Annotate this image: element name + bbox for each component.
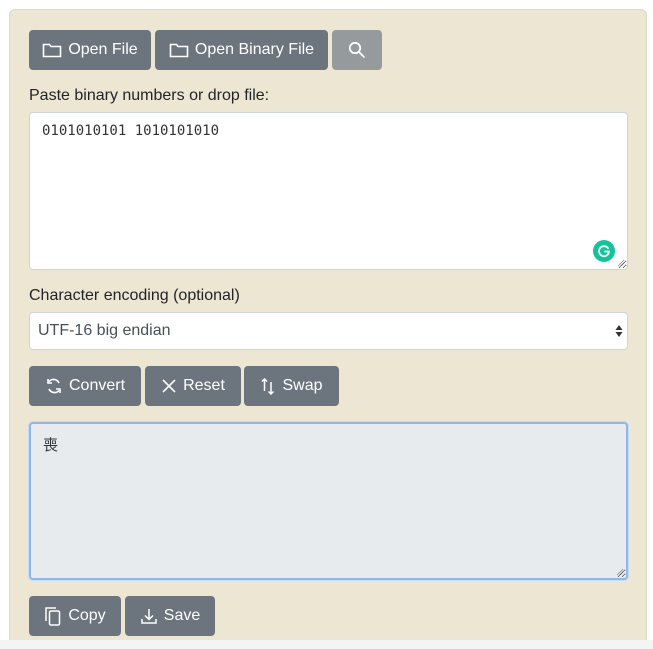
output-value: 喪 [43, 436, 59, 454]
encoding-selected-value: UTF-16 big endian [38, 322, 171, 339]
binary-input-textarea[interactable]: 0101010101 1010101010 [29, 112, 628, 270]
swap-button[interactable]: Swap [244, 366, 339, 406]
resize-grip-icon[interactable] [616, 568, 624, 576]
save-label: Save [163, 607, 201, 624]
copy-icon [45, 607, 61, 626]
output-textarea[interactable]: 喪 [29, 422, 628, 580]
search-button[interactable] [332, 30, 382, 70]
swap-label: Swap [282, 377, 323, 394]
binary-input-value: 0101010101 1010101010 [42, 123, 220, 139]
refresh-icon [47, 378, 61, 394]
close-icon [162, 379, 176, 393]
select-arrows-icon [615, 324, 623, 338]
grammarly-icon[interactable] [593, 240, 615, 262]
open-binary-file-button[interactable]: Open Binary File [155, 30, 328, 70]
converter-panel: Open File Open Binary File Paste binary … [9, 9, 647, 649]
input-label: Paste binary numbers or drop file: [29, 87, 270, 104]
reset-label: Reset [183, 377, 225, 394]
encoding-select[interactable]: UTF-16 big endian [29, 312, 628, 350]
open-binary-file-label: Open Binary File [194, 41, 315, 58]
open-file-label: Open File [68, 41, 138, 58]
convert-label: Convert [68, 377, 126, 394]
convert-button[interactable]: Convert [29, 366, 141, 406]
encoding-label: Character encoding (optional) [29, 287, 240, 304]
open-file-button[interactable]: Open File [29, 30, 151, 70]
copy-label: Copy [68, 607, 106, 624]
reset-button[interactable]: Reset [145, 366, 241, 406]
folder-icon [169, 43, 189, 58]
download-icon [141, 609, 157, 624]
folder-icon [43, 43, 62, 58]
page-bottom-area [0, 640, 653, 649]
search-icon [348, 41, 365, 58]
save-button[interactable]: Save [125, 596, 215, 636]
resize-grip-icon[interactable] [617, 259, 625, 267]
swap-icon [261, 377, 275, 395]
copy-button[interactable]: Copy [29, 596, 121, 636]
